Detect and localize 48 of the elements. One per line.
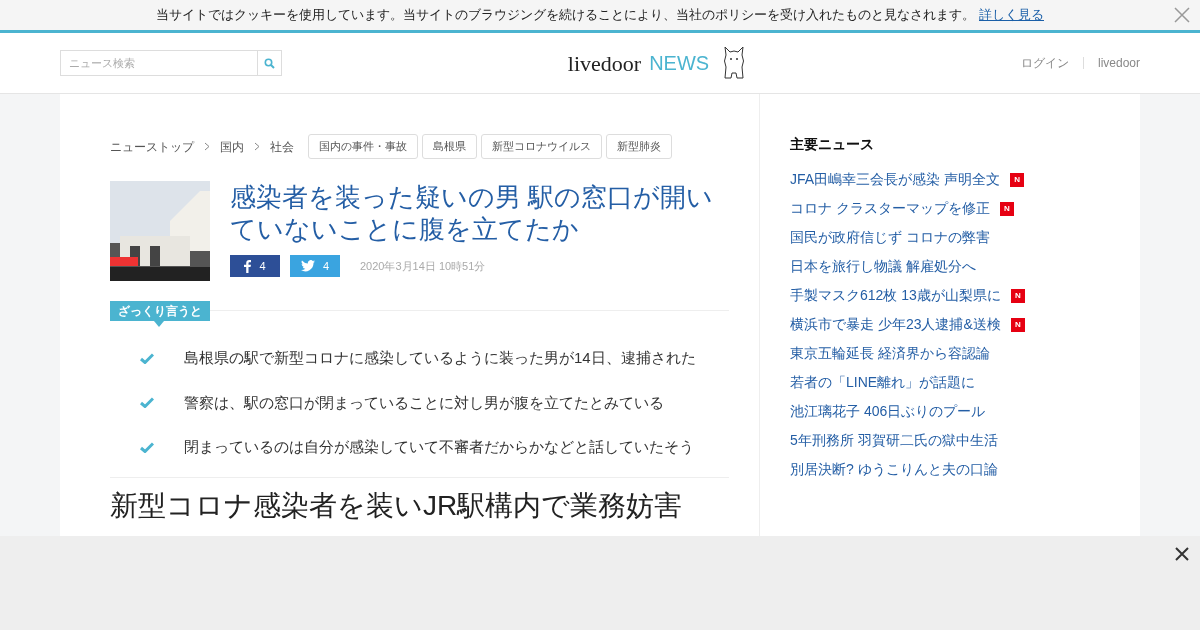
article-headline: 新型コロナ感染者を装いJR駅構内で業務妨害 bbox=[110, 489, 684, 522]
new-badge: N bbox=[1010, 317, 1025, 332]
tag-link[interactable]: 島根県 bbox=[422, 134, 477, 159]
breadcrumb-link[interactable]: 社会 bbox=[270, 137, 294, 156]
login-link[interactable]: ログイン bbox=[1020, 54, 1069, 72]
news-link[interactable]: 横浜市で暴走 少年23人逮捕&送検 bbox=[790, 314, 1001, 335]
summary-point: 島根県の駅で新型コロナに感染しているように装った男が14日、逮捕された bbox=[184, 348, 696, 368]
summary-point: 閉まっているのは自分が感染していて不審者だからかなどと話していたそう bbox=[184, 437, 694, 457]
check-icon bbox=[140, 397, 154, 409]
check-icon bbox=[140, 352, 154, 364]
breadcrumb-link[interactable]: ニューストップ bbox=[110, 137, 194, 156]
tag-link[interactable]: 新型肺炎 bbox=[606, 134, 672, 159]
article-title: 感染者を装った疑いの男 駅の窓口が開いていないことに腹を立てたか bbox=[230, 181, 715, 245]
site-link[interactable]: livedoor bbox=[1097, 54, 1140, 72]
article-date: 2020年3月14日 10時51分 bbox=[360, 258, 486, 274]
news-link[interactable]: 別居決断? ゆうこりんと夫の口論 bbox=[790, 459, 998, 480]
chevron-icon bbox=[204, 142, 210, 151]
news-link[interactable]: 5年刑務所 羽賀研二氏の獄中生活 bbox=[790, 430, 998, 451]
tag-link[interactable]: 新型コロナウイルス bbox=[481, 134, 602, 159]
label-pointer-icon bbox=[154, 321, 164, 327]
details-link[interactable]: 詳しく見る bbox=[979, 5, 1044, 25]
new-badge: N bbox=[1010, 172, 1024, 187]
chevron-icon bbox=[254, 142, 260, 151]
news-link[interactable]: 若者の「LINE離れ」が話題に bbox=[790, 372, 976, 393]
summary-point: 警察は、駅の窓口が閉まっていることに対し男が腹を立てたとみている bbox=[184, 392, 664, 413]
facebook-share-button[interactable]: 4 bbox=[230, 255, 280, 277]
new-badge: N bbox=[999, 201, 1014, 216]
sidebar-title: 主要ニュース bbox=[790, 135, 875, 154]
news-link[interactable]: コロナ クラスターマップを修正 bbox=[790, 198, 990, 219]
breadcrumb-link[interactable]: 国内 bbox=[220, 137, 244, 156]
facebook-icon bbox=[244, 259, 252, 273]
search-icon bbox=[264, 57, 275, 69]
tag-link[interactable]: 国内の事件・事故 bbox=[308, 134, 418, 159]
news-link[interactable]: 東京五輪延長 経済界から容認論 bbox=[790, 343, 990, 364]
search-button[interactable] bbox=[258, 50, 282, 76]
summary-label: ざっくり言うと bbox=[110, 301, 210, 321]
logo-brand[interactable]: livedoor bbox=[567, 46, 642, 80]
news-link[interactable]: 国民が政府信じず コロナの弊害 bbox=[790, 227, 990, 248]
new-badge: N bbox=[1010, 288, 1025, 303]
bird-icon bbox=[300, 260, 315, 272]
cookie-message: 当サイトではクッキーを使用しています。当サイトのブラウジングを続けることにより、当社のポリシーを受け入れたものと見なされます。 bbox=[156, 6, 975, 25]
search-field[interactable]: ニュース検索 bbox=[60, 50, 258, 76]
news-link[interactable]: 手製マスク612枚 13歳が山梨県に bbox=[790, 285, 1001, 306]
news-link[interactable]: 日本を旅行し物議 解雇処分へ bbox=[790, 256, 976, 277]
check-icon bbox=[140, 441, 154, 453]
news-link[interactable]: JFA田嶋幸三会長が感染 声明全文 bbox=[790, 169, 1000, 190]
close-icon[interactable] bbox=[1174, 546, 1190, 562]
news-link[interactable]: 池江璃花子 406日ぶりのプール bbox=[790, 401, 986, 422]
